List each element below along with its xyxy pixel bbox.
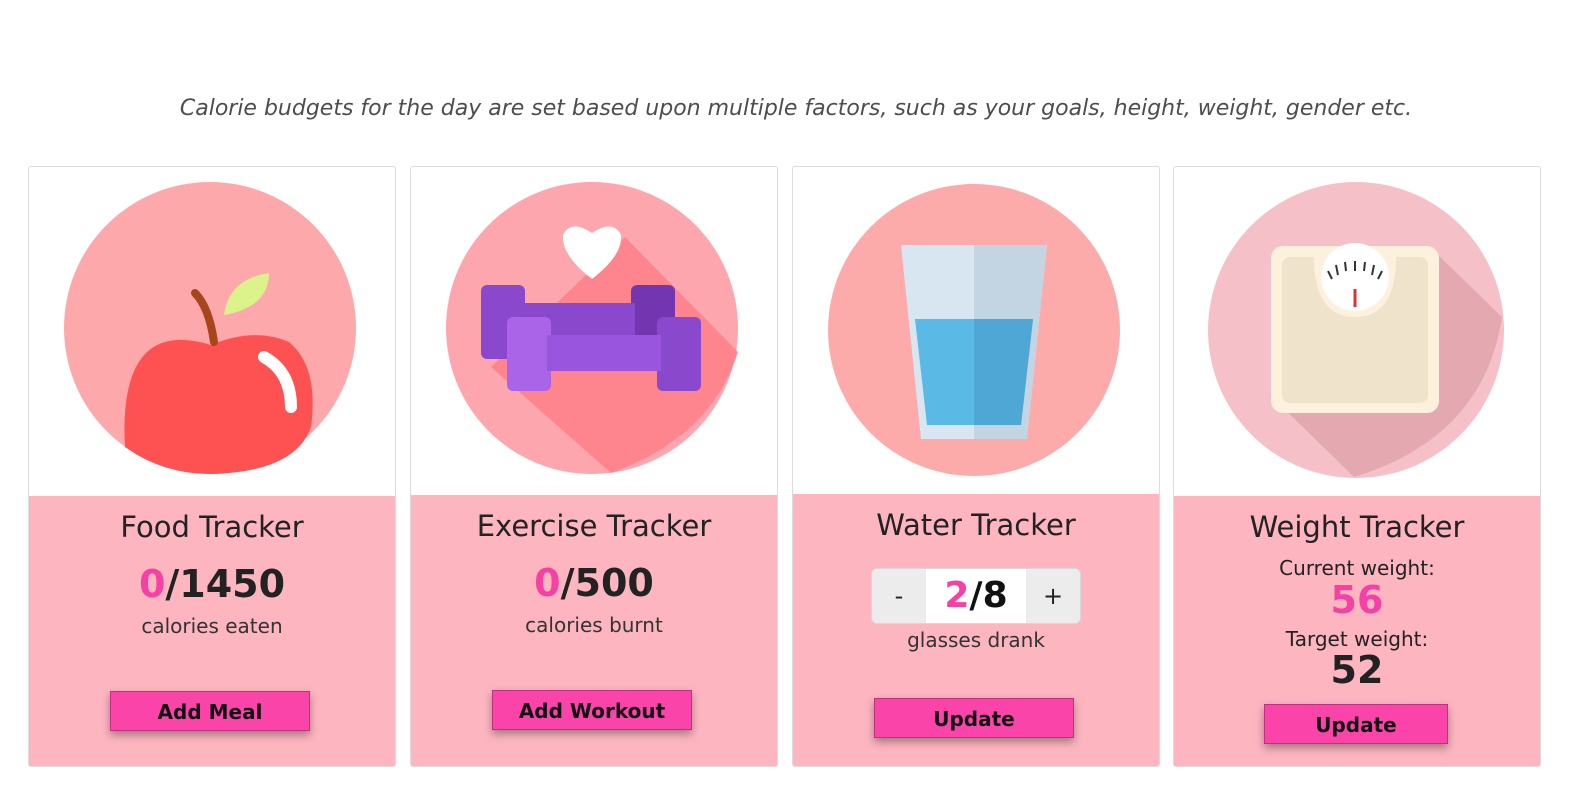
water-tracker-title: Water Tracker (876, 508, 1076, 542)
water-current-glasses: 2 (944, 575, 970, 616)
exercise-tracker-title: Exercise Tracker (476, 509, 712, 543)
weight-tracker-body: Weight Tracker Current weight: 56 Target… (1174, 496, 1540, 766)
water-tracker-card: Water Tracker - 2/8 + glasses drank Upda… (792, 166, 1160, 767)
add-meal-button[interactable]: Add Meal (110, 691, 310, 731)
increase-water-button[interactable]: + (1026, 569, 1080, 623)
page-subtitle: Calorie budgets for the day are set base… (179, 96, 1413, 121)
target-weight-value: 52 (1330, 648, 1384, 692)
weight-tracker-card: Weight Tracker Current weight: 56 Target… (1173, 166, 1541, 767)
exercise-calorie-count: 0/500 (411, 561, 777, 605)
weight-tracker-title: Weight Tracker (1249, 510, 1465, 544)
food-tracker-body: Food Tracker 0/1450 calories eaten Add M… (29, 496, 395, 766)
food-unit-label: calories eaten (141, 614, 283, 638)
dumbbell-heart-icon (411, 167, 777, 503)
update-weight-button[interactable]: Update (1264, 704, 1448, 744)
food-calorie-count: 0/1450 (29, 562, 395, 606)
add-workout-button[interactable]: Add Workout (492, 690, 692, 730)
apple-icon (29, 167, 395, 503)
food-tracker-title: Food Tracker (120, 510, 304, 544)
water-glass-icon (793, 167, 1159, 503)
update-water-button[interactable]: Update (874, 698, 1074, 738)
water-unit-label: glasses drank (907, 628, 1045, 652)
exercise-calorie-goal: /500 (560, 561, 654, 605)
food-tracker-card: Food Tracker 0/1450 calories eaten Add M… (28, 166, 396, 767)
exercise-unit-label: calories burnt (525, 613, 663, 637)
decrease-water-button[interactable]: - (872, 569, 926, 623)
exercise-tracker-body: Exercise Tracker 0/500 calories burnt Ad… (411, 495, 777, 766)
weighing-scale-icon (1174, 167, 1540, 503)
current-weight-label: Current weight: (1279, 556, 1435, 580)
water-tracker-body: Water Tracker - 2/8 + glasses drank Upda… (793, 494, 1159, 766)
water-glasses-stepper: - 2/8 + (871, 568, 1081, 624)
water-glasses-goal: /8 (969, 575, 1008, 616)
exercise-current-calories: 0 (534, 561, 561, 605)
food-current-calories: 0 (138, 562, 166, 606)
water-glasses-value: 2/8 (926, 569, 1026, 623)
food-calorie-budget: /1450 (165, 562, 286, 606)
exercise-tracker-card: Exercise Tracker 0/500 calories burnt Ad… (410, 166, 778, 767)
current-weight-value: 56 (1330, 578, 1384, 622)
